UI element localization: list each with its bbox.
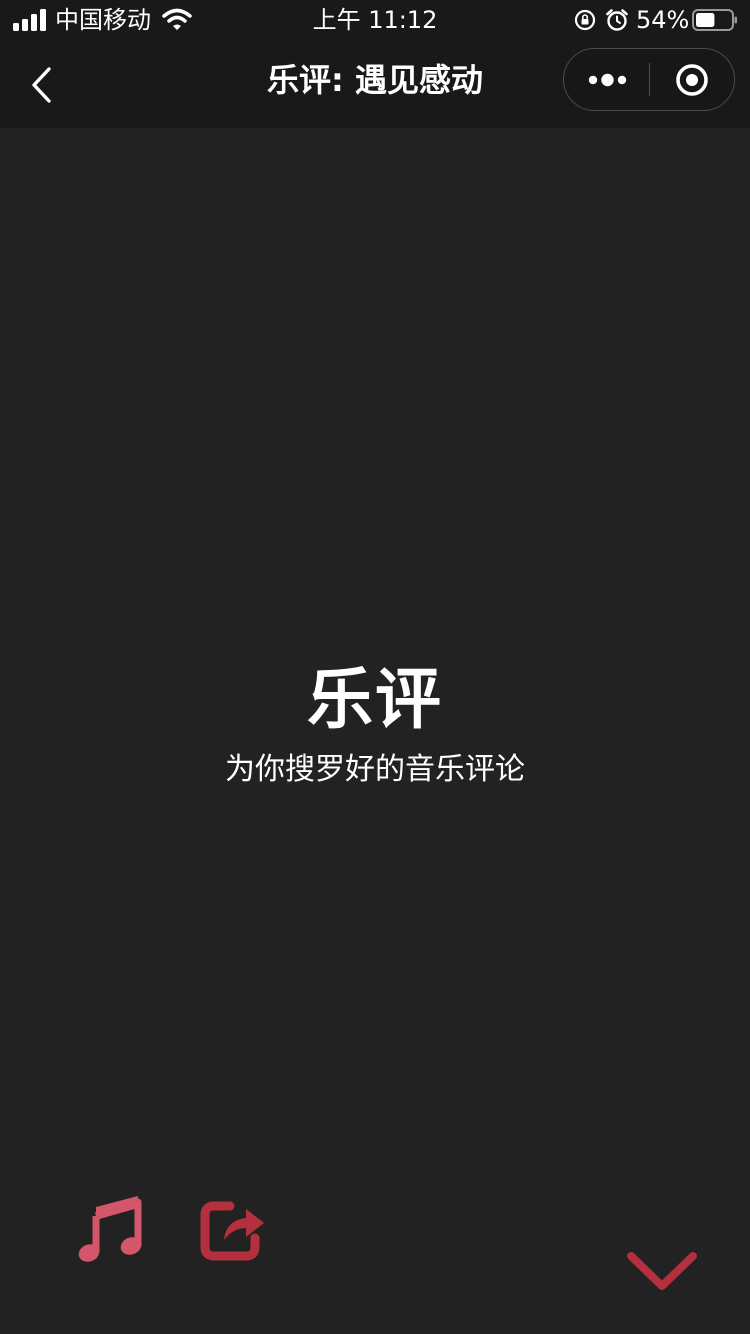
battery-percentage: 54%: [636, 6, 690, 34]
more-button[interactable]: [564, 49, 649, 110]
battery-icon: [692, 9, 737, 31]
hero-subtitle: 为你搜罗好的音乐评论: [225, 752, 525, 787]
mini-program-capsule: [563, 48, 735, 111]
alarm-icon: [606, 9, 628, 31]
more-dots-icon: [588, 73, 627, 87]
hero-section: 乐评 为你搜罗好的音乐评论: [0, 660, 750, 790]
chevron-down-icon: [627, 1252, 697, 1290]
status-bar: 中国移动 上午 11:12 54%: [0, 0, 750, 40]
page-title: 乐评: 遇见感动: [267, 61, 483, 99]
close-mini-program-button[interactable]: [650, 49, 734, 110]
music-button[interactable]: [78, 1194, 144, 1264]
navigation-bar: 乐评: 遇见感动: [0, 40, 750, 128]
collapse-button[interactable]: [622, 1246, 702, 1296]
share-button[interactable]: [200, 1198, 268, 1262]
target-close-icon: [676, 64, 708, 96]
hero-title: 乐评: [307, 661, 443, 738]
share-icon: [200, 1201, 264, 1261]
music-note-icon: [78, 1196, 142, 1262]
chevron-left-icon: [32, 67, 51, 103]
lock-rotation-icon: [574, 9, 596, 31]
back-button[interactable]: [16, 62, 66, 108]
